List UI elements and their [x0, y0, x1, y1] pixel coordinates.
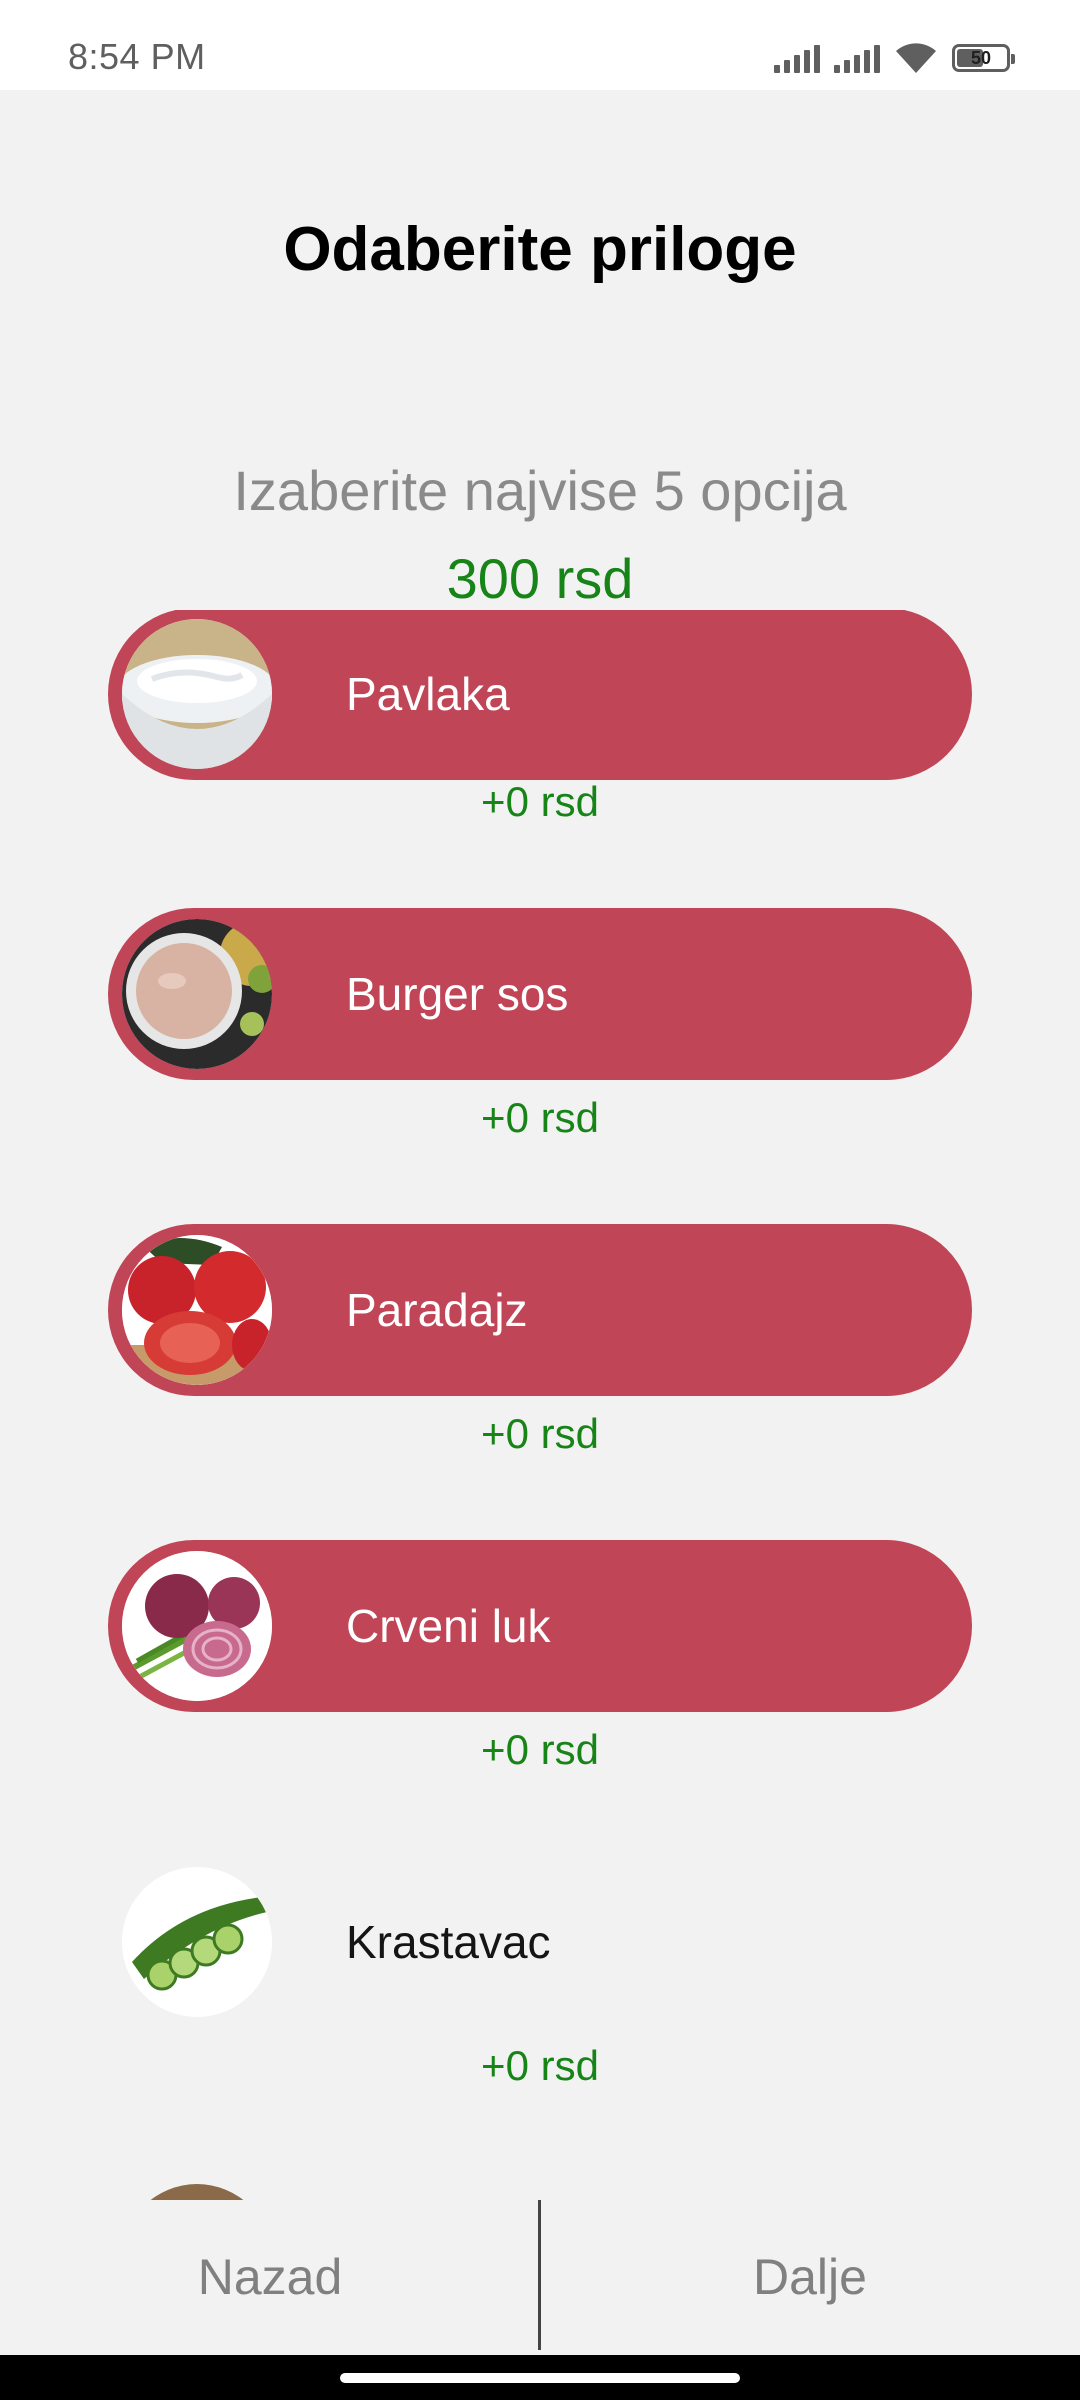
selection-limit-text: Izaberite najvise 5 opcija — [233, 459, 847, 522]
burger-sauce-icon — [122, 919, 272, 1069]
bottom-action-bar: Nazad Dalje — [0, 2200, 1080, 2355]
option-price: +0 rsd — [481, 1726, 599, 1773]
next-option-thumbnail — [122, 2184, 272, 2200]
option-paradajz[interactable]: Paradajz — [108, 1224, 972, 1396]
home-indicator[interactable] — [340, 2373, 740, 2383]
battery-icon: 50 — [952, 44, 1015, 72]
system-nav-bar — [0, 2355, 1080, 2400]
page-title: Odaberite priloge — [283, 215, 797, 284]
option-label: Paradajz — [346, 1284, 528, 1336]
option-price: +0 rsd — [481, 2042, 599, 2089]
option-label: Pavlaka — [346, 668, 510, 720]
tomato-icon — [122, 1235, 272, 1385]
option-krastavac[interactable]: Krastavac — [108, 1856, 972, 2028]
next-button[interactable]: Dalje — [540, 2200, 1080, 2355]
option-label: Crveni luk — [346, 1600, 551, 1652]
wifi-icon — [896, 43, 936, 73]
option-label: Burger sos — [346, 968, 569, 1020]
status-icons: 50 — [774, 40, 1015, 76]
base-price: 300 rsd — [446, 547, 634, 610]
signal-icon — [834, 43, 880, 73]
sour-cream-icon — [122, 619, 272, 769]
option-label: Krastavac — [346, 1916, 551, 1968]
option-pavlaka[interactable]: Pavlaka — [108, 610, 972, 780]
option-crveni-luk[interactable]: Crveni luk — [108, 1540, 972, 1712]
battery-level: 50 — [970, 47, 992, 68]
option-price: +0 rsd — [481, 1094, 599, 1141]
cucumber-icon — [122, 1867, 272, 2017]
red-onion-icon — [122, 1551, 272, 1701]
option-burger-sos[interactable]: Burger sos — [108, 908, 972, 1080]
option-price: +0 rsd — [481, 1410, 599, 1457]
status-bar: 8:54 PM 50 — [0, 0, 1080, 90]
option-price: +0 rsd — [481, 778, 599, 825]
signal-icon — [774, 43, 820, 73]
options-list[interactable]: Pavlaka +0 rsd Burger sos +0 rsd Paradaj… — [0, 610, 1080, 2200]
back-button[interactable]: Nazad — [0, 2200, 540, 2355]
status-time: 8:54 PM — [68, 36, 206, 77]
